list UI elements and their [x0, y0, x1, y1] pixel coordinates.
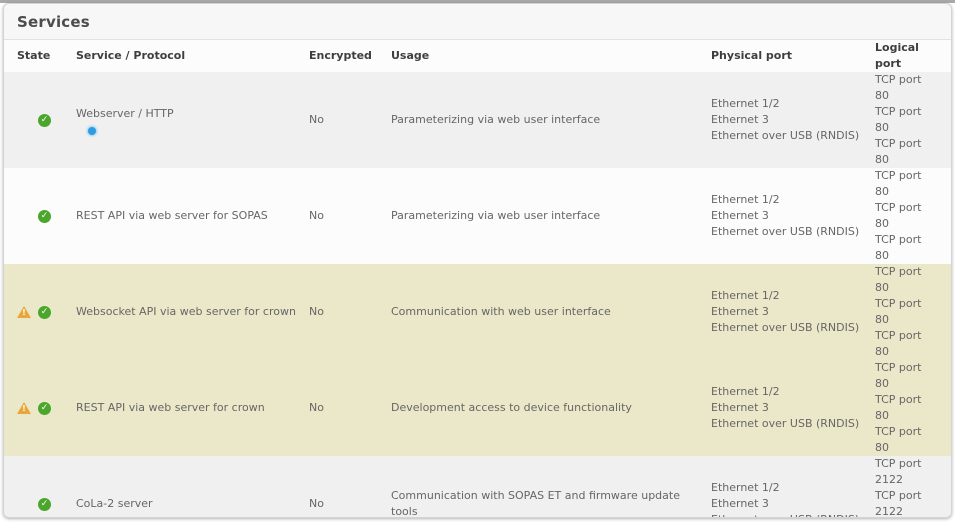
encrypted-value: No — [309, 304, 391, 320]
col-service-protocol: Service / Protocol — [76, 48, 309, 64]
services-section-header: Services — [4, 4, 951, 40]
physical-port: Ethernet over USB (RNDIS) — [711, 320, 867, 336]
services-title: Services — [17, 13, 90, 31]
logical-port: TCP port 2122 — [875, 456, 937, 488]
state-cell: ✓ — [17, 114, 76, 127]
state-cell: ! ✓ — [17, 402, 76, 415]
logical-port: TCP port 2122 — [875, 488, 937, 518]
usage-value: Communication with web user interface — [391, 304, 711, 320]
status-ok-icon: ✓ — [38, 114, 51, 127]
logical-port-list: TCP port 80 TCP port 80 TCP port 80 — [875, 168, 945, 264]
logical-port-list: TCP port 80 TCP port 80 TCP port 80 — [875, 264, 945, 360]
logical-port: TCP port 80 — [875, 296, 937, 328]
logical-port: TCP port 80 — [875, 232, 937, 264]
state-cell: ! ✓ — [17, 306, 76, 319]
physical-port-list: Ethernet 1/2 Ethernet 3 Ethernet over US… — [711, 480, 875, 518]
physical-port-list: Ethernet 1/2 Ethernet 3 Ethernet over US… — [711, 288, 875, 336]
state-cell: ✓ — [17, 210, 76, 223]
encrypted-value: No — [309, 400, 391, 416]
logical-port: TCP port 80 — [875, 200, 937, 232]
physical-port: Ethernet over USB (RNDIS) — [711, 224, 867, 240]
physical-port: Ethernet over USB (RNDIS) — [711, 416, 867, 432]
physical-port: Ethernet 1/2 — [711, 480, 867, 496]
state-cell: ✓ — [17, 498, 76, 511]
service-name: Websocket API via web server for crown — [76, 304, 309, 320]
physical-port: Ethernet 1/2 — [711, 384, 867, 400]
physical-port-list: Ethernet 1/2 Ethernet 3 Ethernet over US… — [711, 96, 875, 144]
service-name: REST API via web server for SOPAS — [76, 208, 309, 224]
logical-port: TCP port 80 — [875, 136, 937, 168]
physical-port: Ethernet 3 — [711, 304, 867, 320]
physical-port-list: Ethernet 1/2 Ethernet 3 Ethernet over US… — [711, 384, 875, 432]
logical-port: TCP port 80 — [875, 360, 937, 392]
encrypted-value: No — [309, 112, 391, 128]
physical-port: Ethernet 3 — [711, 400, 867, 416]
logical-port: TCP port 80 — [875, 392, 937, 424]
encrypted-value: No — [309, 496, 391, 512]
status-ok-icon: ✓ — [38, 402, 51, 415]
table-row: ! ✓ REST API via web server for crown No… — [4, 360, 951, 456]
col-usage: Usage — [391, 48, 711, 64]
col-physical-port: Physical port — [711, 48, 875, 64]
service-name: REST API via web server for crown — [76, 400, 309, 416]
col-encrypted: Encrypted — [309, 48, 391, 64]
physical-port-list: Ethernet 1/2 Ethernet 3 Ethernet over US… — [711, 192, 875, 240]
usage-value: Development access to device functionali… — [391, 400, 711, 416]
status-ok-icon: ✓ — [38, 210, 51, 223]
physical-port: Ethernet over USB (RNDIS) — [711, 512, 867, 518]
warning-icon: ! — [17, 402, 31, 414]
logical-port-list: TCP port 2122 TCP port 2122 TCP port 212… — [875, 456, 945, 518]
table-row: ! ✓ Websocket API via web server for cro… — [4, 264, 951, 360]
physical-port: Ethernet 1/2 — [711, 96, 867, 112]
logical-port: TCP port 80 — [875, 264, 937, 296]
services-table: State Service / Protocol Encrypted Usage… — [4, 40, 951, 518]
physical-port: Ethernet 1/2 — [711, 288, 867, 304]
focus-ring-indicator[interactable] — [88, 127, 96, 135]
encrypted-value: No — [309, 208, 391, 224]
service-name: Webserver / HTTP — [76, 106, 174, 122]
warning-icon: ! — [17, 306, 31, 318]
physical-port: Ethernet 1/2 — [711, 192, 867, 208]
security-overview-panel: Services State Service / Protocol Encryp… — [3, 3, 952, 518]
status-ok-icon: ✓ — [38, 498, 51, 511]
logical-port-list: TCP port 80 TCP port 80 TCP port 80 — [875, 72, 945, 168]
table-row: ✓ REST API via web server for SOPAS No P… — [4, 168, 951, 264]
services-table-header-row: State Service / Protocol Encrypted Usage… — [4, 40, 951, 72]
usage-value: Parameterizing via web user interface — [391, 112, 711, 128]
physical-port: Ethernet 3 — [711, 112, 867, 128]
service-cell: Webserver / HTTP — [76, 106, 309, 135]
col-logical-port: Logical port — [875, 40, 945, 72]
physical-port: Ethernet over USB (RNDIS) — [711, 128, 867, 144]
usage-value: Communication with SOPAS ET and firmware… — [391, 488, 711, 518]
physical-port: Ethernet 3 — [711, 208, 867, 224]
col-state: State — [17, 48, 76, 64]
logical-port: TCP port 80 — [875, 104, 937, 136]
usage-value: Parameterizing via web user interface — [391, 208, 711, 224]
logical-port-list: TCP port 80 TCP port 80 TCP port 80 — [875, 360, 945, 456]
logical-port: TCP port 80 — [875, 424, 937, 456]
table-row: ✓ Webserver / HTTP No Parameterizing via… — [4, 72, 951, 168]
logical-port: TCP port 80 — [875, 328, 937, 360]
physical-port: Ethernet 3 — [711, 496, 867, 512]
logical-port: TCP port 80 — [875, 168, 937, 200]
table-row: ✓ CoLa-2 server No Communication with SO… — [4, 456, 951, 518]
service-name: CoLa-2 server — [76, 496, 309, 512]
logical-port: TCP port 80 — [875, 72, 937, 104]
status-ok-icon: ✓ — [38, 306, 51, 319]
